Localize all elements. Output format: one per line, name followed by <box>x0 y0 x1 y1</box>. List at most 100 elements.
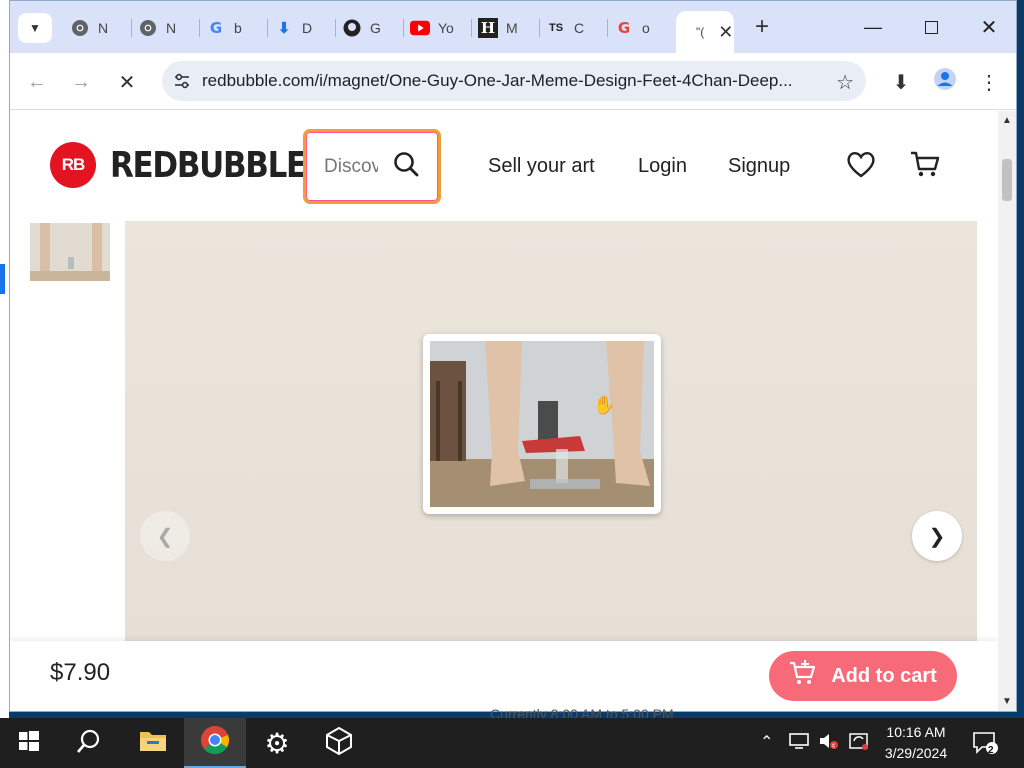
close-tab-icon[interactable]: ✕ <box>718 22 733 43</box>
tab-1[interactable]: N <box>62 13 132 43</box>
tab-label: "( <box>696 25 705 39</box>
unity-taskbar-button[interactable] <box>308 718 370 768</box>
start-button[interactable] <box>0 718 58 768</box>
magnet-product-image <box>423 334 661 514</box>
sell-your-art-link[interactable]: Sell your art <box>488 155 595 178</box>
chrome-taskbar-button[interactable] <box>184 718 246 768</box>
download-icon: ⬇ <box>892 71 910 94</box>
notification-center-icon[interactable] <box>972 731 1000 760</box>
signup-link[interactable]: Signup <box>728 155 790 178</box>
close-icon: ✕ <box>980 16 998 39</box>
search-placeholder: Discover <box>324 155 378 177</box>
tab-7[interactable]: H M <box>470 13 540 43</box>
redbubble-logo[interactable]: RB REDBUBBLE <box>50 142 338 188</box>
tab-label: C <box>574 20 585 36</box>
tab-label: b <box>234 20 242 36</box>
search-icon[interactable] <box>392 150 420 183</box>
download-icon: ⬇ <box>277 20 291 37</box>
site-search[interactable]: Discover <box>303 129 441 204</box>
tab-6[interactable]: Yo <box>402 13 472 43</box>
product-thumbnail[interactable] <box>30 223 110 281</box>
profile-button[interactable] <box>930 67 960 97</box>
chevron-down-icon: ▼ <box>29 21 41 35</box>
cart-plus-icon <box>789 660 817 692</box>
address-bar[interactable]: redbubble.com/i/magnet/One-Guy-One-Jar-M… <box>162 61 866 101</box>
github-icon <box>342 18 362 38</box>
scroll-up-icon[interactable]: ▲ <box>1002 115 1012 126</box>
site-info-icon[interactable] <box>162 73 202 89</box>
cart-button[interactable] <box>908 149 942 183</box>
tab-5[interactable]: G <box>334 13 404 43</box>
logo-mark: RB <box>50 142 96 188</box>
star-icon[interactable]: ☆ <box>836 70 854 95</box>
tab-3[interactable]: G b <box>198 13 268 43</box>
chrome-icon <box>138 18 158 38</box>
notification-count: 2 <box>988 745 994 756</box>
tab-4[interactable]: ⬇ D <box>266 13 336 43</box>
tab-8[interactable]: TS C <box>538 13 608 43</box>
close-window-button[interactable]: ✕ <box>972 13 1006 41</box>
file-explorer-button[interactable] <box>122 718 184 768</box>
menu-button[interactable]: ⋮ <box>974 67 1004 97</box>
tab-9[interactable]: G o <box>606 13 674 43</box>
profile-avatar-icon <box>934 68 956 96</box>
maximize-button[interactable] <box>914 13 948 41</box>
svg-text:x: x <box>832 743 836 750</box>
buy-bar: $7.90 Add to cart <box>10 641 998 711</box>
add-to-cart-button[interactable]: Add to cart <box>769 651 957 701</box>
unity-icon <box>324 726 354 761</box>
clock-date: 3/29/2024 <box>884 745 948 761</box>
chrome-icon <box>200 725 230 760</box>
back-button[interactable]: ← <box>22 67 52 97</box>
sync-icon[interactable] <box>848 731 870 756</box>
page-content: RB REDBUBBLE Discover Sell your art Logi… <box>10 111 998 711</box>
google-icon: G <box>617 19 631 37</box>
network-icon[interactable] <box>788 731 810 756</box>
windows-icon <box>19 730 39 756</box>
more-vertical-icon: ⋮ <box>979 71 999 94</box>
show-hidden-icons-icon[interactable]: ⌃ <box>760 732 773 752</box>
tab-label: N <box>98 20 109 36</box>
minimize-button[interactable]: — <box>856 13 890 41</box>
favorites-button[interactable] <box>844 149 878 183</box>
h-icon: H <box>478 18 498 38</box>
heart-icon <box>845 149 877 184</box>
tab-label: D <box>302 20 313 36</box>
maximize-icon <box>924 20 938 34</box>
tab-label: M <box>506 20 518 36</box>
stop-button[interactable]: ✕ <box>112 67 142 97</box>
tab-active[interactable]: "( ✕ <box>676 11 734 53</box>
settings-taskbar-button[interactable]: ⚙ <box>246 718 308 768</box>
stop-icon: ✕ <box>118 71 136 94</box>
downloads-button[interactable]: ⬇ <box>886 67 916 97</box>
tab-2[interactable]: N <box>130 13 200 43</box>
next-image-button[interactable]: ❯ <box>912 511 962 561</box>
system-clock[interactable]: 10:16 AM 3/29/2024 <box>872 722 960 764</box>
browser-window: ▼ N N G b ⬇ D G Yo H M TS C G o "(✕ + —… <box>9 0 1017 712</box>
ts-icon: TS <box>548 22 564 34</box>
cart-icon <box>909 149 941 184</box>
taskbar: ⚙ ⌃ x 10:16 AM 3/29/2024 2 <box>0 718 1024 768</box>
minimize-icon: — <box>864 16 882 37</box>
browser-toolbar: ← → ✕ redbubble.com/i/magnet/One-Guy-One… <box>10 53 1016 110</box>
chrome-icon <box>70 18 90 38</box>
arrow-right-icon: → <box>71 70 91 93</box>
gear-icon: ⚙ <box>264 727 290 759</box>
tab-search-button[interactable]: ▼ <box>18 13 52 43</box>
tab-label: G <box>370 20 381 36</box>
product-price: $7.90 <box>50 659 111 686</box>
logo-text: REDBUBBLE <box>110 144 307 186</box>
product-image-viewer[interactable]: ✋ ❮ ❯ <box>125 221 977 641</box>
scrollbar-thumb[interactable] <box>1002 159 1012 201</box>
login-link[interactable]: Login <box>638 155 687 178</box>
page-scrollbar[interactable]: ▲ ▼ <box>998 111 1016 711</box>
volume-muted-icon[interactable]: x <box>818 731 840 756</box>
add-to-cart-label: Add to cart <box>831 664 937 687</box>
scroll-down-icon[interactable]: ▼ <box>1002 696 1012 707</box>
new-tab-button[interactable]: + <box>750 15 774 39</box>
hand-cursor-icon: ✋ <box>593 395 616 415</box>
forward-button[interactable]: → <box>66 67 96 97</box>
site-header: RB REDBUBBLE Discover Sell your art Logi… <box>10 111 998 221</box>
previous-image-button[interactable]: ❮ <box>140 511 190 561</box>
search-taskbar-button[interactable] <box>58 718 120 768</box>
